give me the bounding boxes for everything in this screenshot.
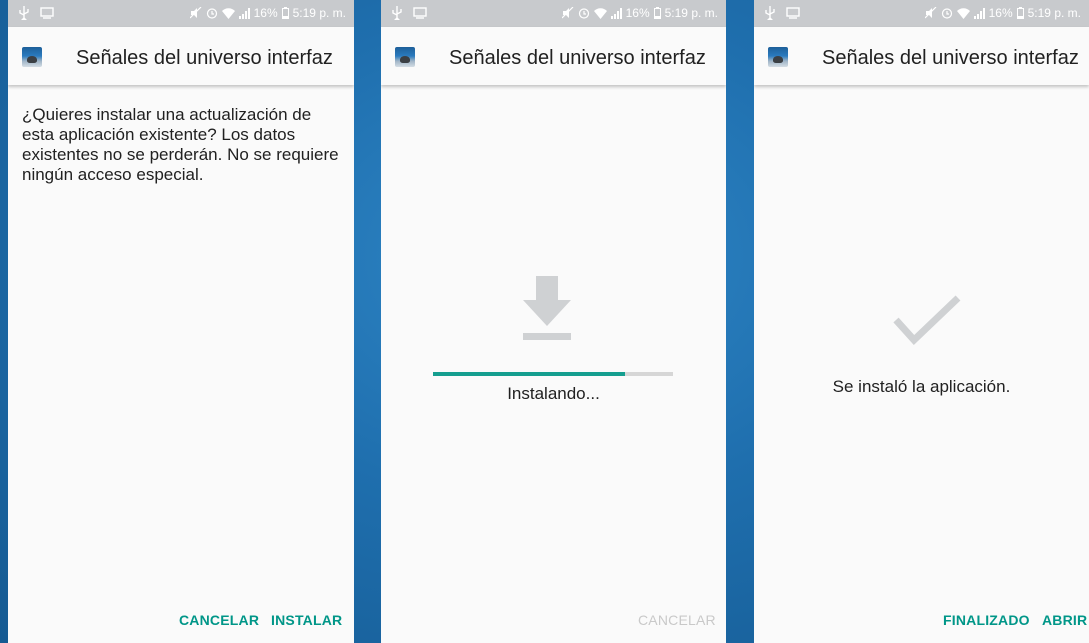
app-title: Señales del universo interfaz	[449, 47, 706, 69]
checkmark-icon	[892, 294, 962, 351]
installed-text: Se instaló la aplicación.	[832, 377, 1011, 396]
screen-cast-icon	[413, 7, 427, 19]
app-icon	[395, 47, 415, 67]
installing-screen: 16% 5:19 p. m. Señales del universo inte…	[381, 0, 726, 643]
status-bar: 16% 5:19 p. m.	[8, 0, 354, 27]
signal-icon	[610, 7, 622, 19]
installed-screen: 16% 5:19 p. m. Señales del universo inte…	[754, 0, 1089, 643]
install-prompt-screen: 16% 5:19 p. m. Señales del universo inte…	[8, 0, 354, 643]
battery-icon	[281, 7, 289, 19]
screen-cast-icon	[786, 7, 800, 19]
install-button[interactable]: INSTALAR	[271, 612, 342, 628]
signal-icon	[238, 7, 250, 19]
clock: 5:19 p. m.	[292, 6, 346, 20]
status-bar: 16% 5:19 p. m.	[381, 0, 726, 27]
done-button[interactable]: FINALIZADO	[943, 612, 1030, 628]
alarm-icon	[578, 7, 590, 19]
wifi-icon	[221, 7, 235, 19]
open-button[interactable]: ABRIR	[1042, 612, 1087, 628]
usb-icon	[18, 6, 30, 20]
signal-icon	[973, 7, 985, 19]
wifi-icon	[956, 7, 970, 19]
alarm-icon	[206, 7, 218, 19]
battery-icon	[653, 7, 661, 19]
install-progress-fill	[433, 372, 625, 376]
usb-icon	[764, 6, 776, 20]
app-title: Señales del universo interfaz	[76, 47, 333, 69]
battery-level: 16%	[253, 6, 278, 20]
mute-icon	[924, 7, 937, 19]
mute-icon	[189, 7, 202, 19]
status-bar: 16% 5:19 p. m.	[754, 0, 1089, 27]
install-progress-bar	[433, 372, 673, 376]
clock: 5:19 p. m.	[1027, 6, 1081, 20]
clock: 5:19 p. m.	[664, 6, 718, 20]
wifi-icon	[593, 7, 607, 19]
app-title: Señales del universo interfaz	[822, 47, 1079, 69]
battery-level: 16%	[625, 6, 650, 20]
install-message: ¿Quieres instalar una actualización de e…	[22, 105, 339, 184]
download-icon	[521, 276, 573, 347]
usb-icon	[391, 6, 403, 20]
battery-level: 16%	[988, 6, 1013, 20]
alarm-icon	[941, 7, 953, 19]
mute-icon	[561, 7, 574, 19]
cancel-button[interactable]: CANCELAR	[179, 612, 259, 628]
app-bar: Señales del universo interfaz	[8, 27, 354, 85]
battery-icon	[1016, 7, 1024, 19]
installing-text: Instalando...	[507, 384, 600, 403]
cancel-button[interactable]: CANCELAR	[638, 612, 716, 628]
app-icon	[22, 47, 42, 67]
app-bar: Señales del universo interfaz	[381, 27, 726, 85]
screen-cast-icon	[40, 7, 54, 19]
app-icon	[768, 47, 788, 67]
app-bar: Señales del universo interfaz	[754, 27, 1089, 85]
